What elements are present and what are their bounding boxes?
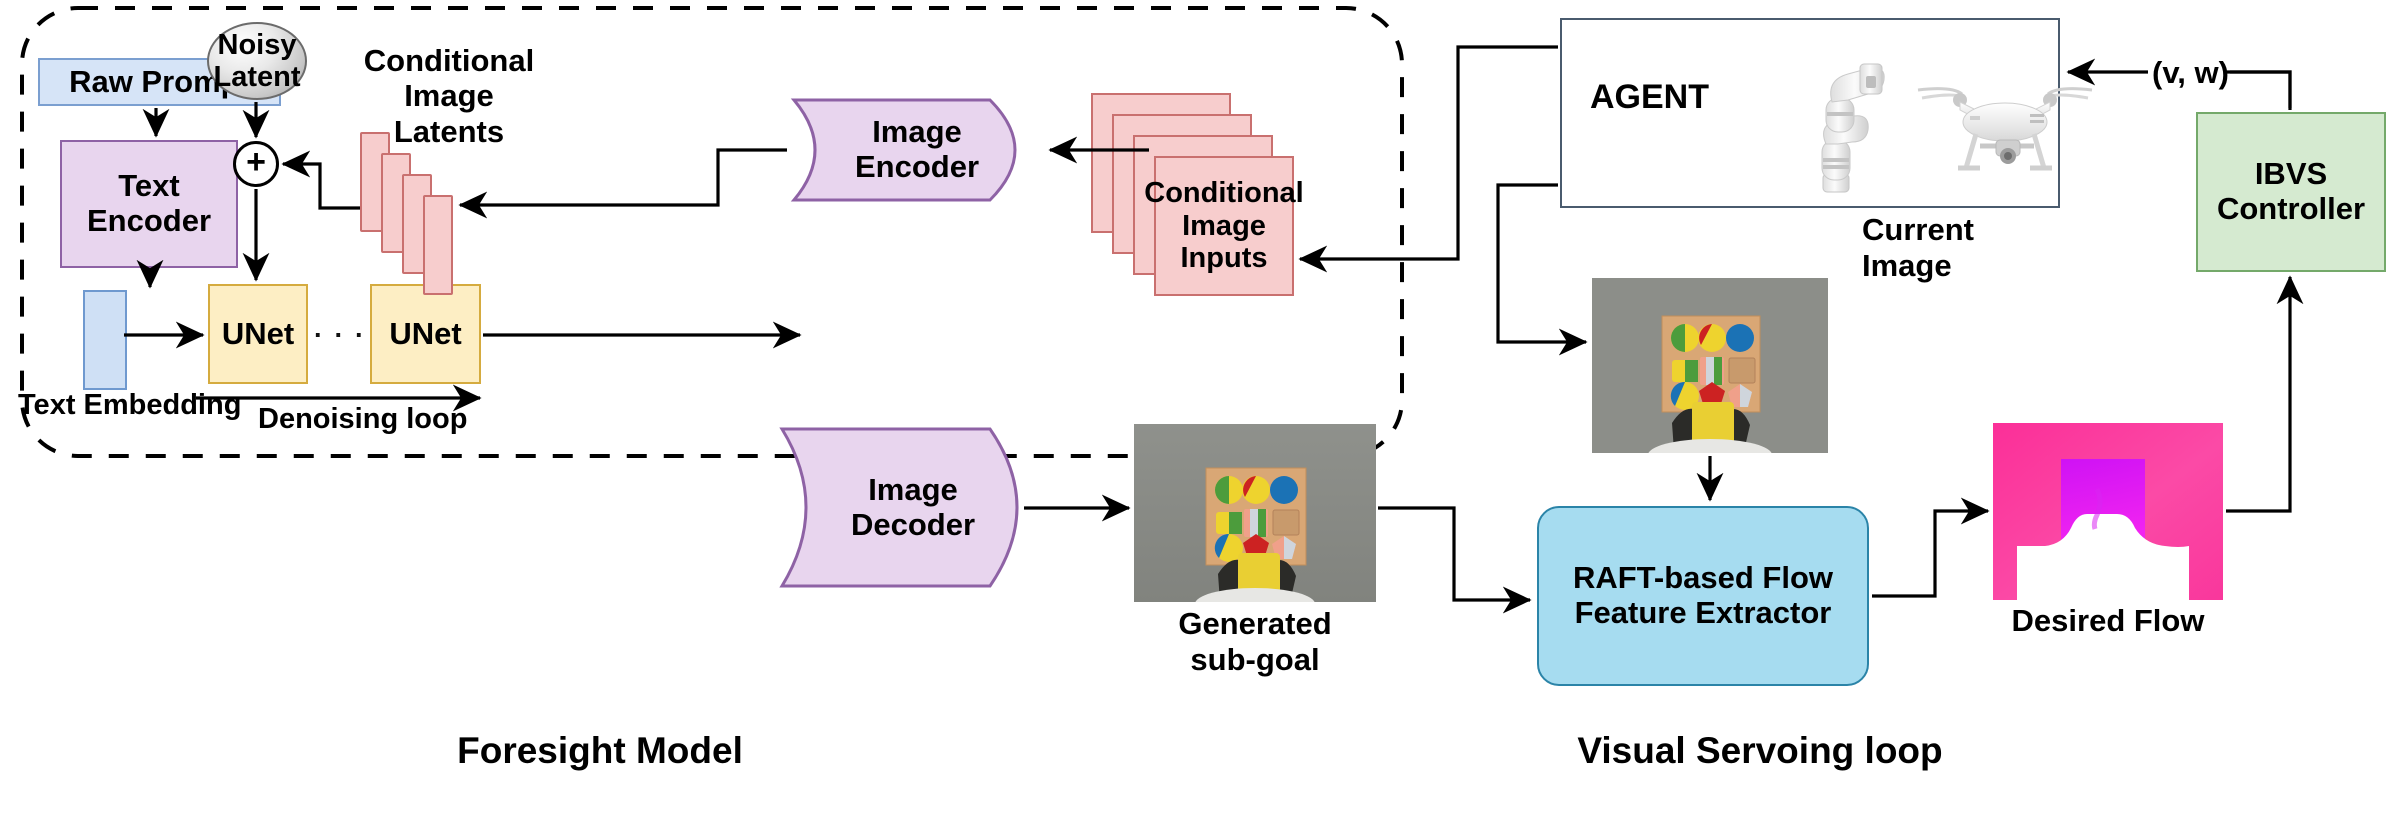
- subgoal-photo: [1134, 424, 1376, 602]
- text-encoder-node: Text Encoder: [60, 140, 238, 268]
- unet-node-1: UNet: [208, 284, 308, 384]
- drone-icon: [1917, 87, 2093, 171]
- diagram-canvas: Raw Prompt Text Encoder Text Embedding D…: [0, 0, 2392, 814]
- generated-subgoal-label: Generated sub-goal: [1178, 606, 1332, 677]
- raft-flow-extractor-node: RAFT-based Flow Feature Extractor: [1537, 506, 1869, 686]
- cond-latent-card-1: [423, 195, 453, 295]
- velocity-signal-label: (v, w): [2152, 55, 2229, 90]
- unet-node-2: UNet: [370, 284, 481, 384]
- raft-label: RAFT-based Flow Feature Extractor: [1572, 560, 1834, 630]
- text-encoder-label: Text Encoder: [86, 168, 212, 238]
- visual-servoing-title: Visual Servoing loop: [1577, 730, 1943, 771]
- current-image-label: Current Image: [1862, 212, 1974, 283]
- noisy-latent-label: Noisy Latent: [213, 28, 301, 93]
- text-embedding-bar: [83, 290, 127, 390]
- plus-icon: +: [246, 142, 266, 181]
- desired-flow-image: [1993, 423, 2223, 600]
- generated-subgoal-image: [1134, 424, 1376, 602]
- foresight-model-title: Foresight Model: [457, 730, 743, 771]
- agent-label: AGENT: [1590, 78, 1709, 116]
- image-decoder-label: Image Decoder: [850, 471, 976, 542]
- noisy-latent-node: Noisy Latent: [207, 22, 307, 100]
- cond-input-card-1: Conditional Image Inputs: [1144, 156, 1304, 296]
- current-photo: [1592, 278, 1828, 453]
- ibvs-controller-node: IBVS Controller: [2196, 112, 2386, 272]
- image-decoder-node: Image Decoder: [778, 425, 1048, 590]
- conditional-image-inputs-label: Conditional Image Inputs: [1144, 177, 1304, 275]
- sum-operator-node: +: [233, 141, 279, 187]
- unet-1-label: UNet: [221, 315, 295, 351]
- current-image: [1592, 278, 1828, 453]
- denoising-loop-label: Denoising loop: [258, 403, 468, 435]
- unet-2-label: UNet: [389, 315, 462, 351]
- image-encoder-node: Image Encoder: [790, 96, 1044, 204]
- image-encoder-label: Image Encoder: [854, 114, 980, 184]
- robot-arm-icon: [1821, 63, 1885, 193]
- agent-node: AGENT: [1560, 18, 2093, 208]
- text-embedding-label: Text Embedding: [18, 389, 242, 421]
- desired-flow-label: Desired Flow: [2011, 603, 2205, 638]
- flow-field-visual: [1993, 423, 2223, 600]
- ibvs-label: IBVS Controller: [2216, 156, 2366, 226]
